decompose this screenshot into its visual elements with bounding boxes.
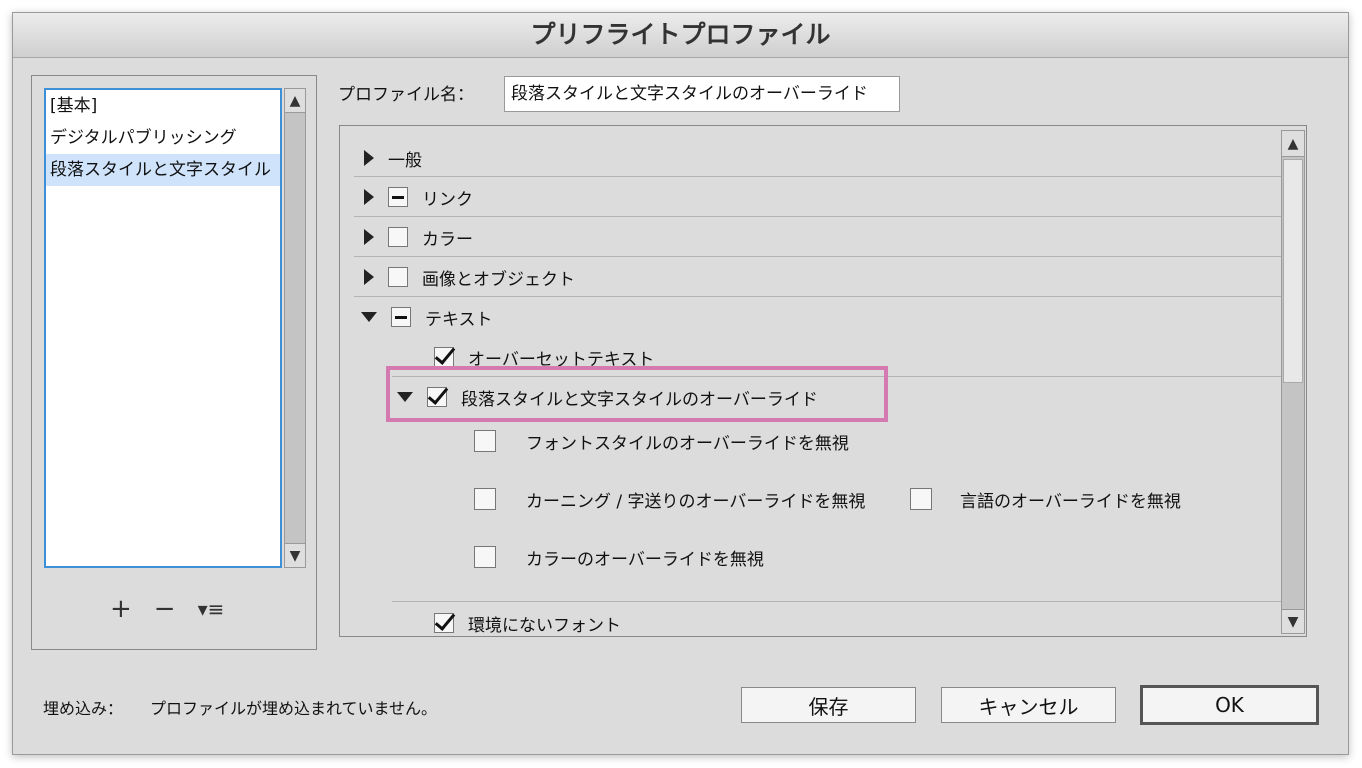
profile-item-digital-publishing[interactable]: デジタルパブリッシング <box>46 122 280 154</box>
profile-list-scrollbar[interactable]: ▲ ▼ <box>284 88 306 568</box>
option-ignore-color[interactable]: カラーのオーバーライドを無視 <box>474 538 764 576</box>
tree-row-links[interactable]: リンク <box>364 178 473 216</box>
expand-triangle-icon[interactable] <box>364 150 374 166</box>
tree-label-general: 一般 <box>388 150 422 171</box>
ok-button[interactable]: OK <box>1140 685 1319 725</box>
images-checkbox[interactable] <box>388 267 408 287</box>
color-checkbox[interactable] <box>388 227 408 247</box>
tree-label-text: テキスト <box>425 309 493 330</box>
profile-item-basic[interactable]: [基本] <box>46 90 280 122</box>
option-ignore-language[interactable]: 言語のオーバーライドを無視 <box>910 480 1181 518</box>
text-checkbox[interactable] <box>391 307 411 327</box>
links-checkbox[interactable] <box>388 187 408 207</box>
collapse-triangle-icon[interactable] <box>361 312 377 322</box>
embed-status: プロファイルが埋め込まれていません。 <box>150 699 438 718</box>
highlight-annotation <box>386 366 888 422</box>
scroll-down-arrow-icon[interactable]: ▼ <box>1282 609 1304 633</box>
tree-row-missing-fonts[interactable]: 環境にないフォント <box>434 604 621 642</box>
profile-name-label: プロファイル名： <box>338 85 474 105</box>
profile-list[interactable]: [基本] デジタルパブリッシング 段落スタイルと文字スタイル <box>44 88 282 568</box>
ignore-language-checkbox[interactable] <box>910 488 932 510</box>
expand-triangle-icon[interactable] <box>364 189 374 205</box>
label-ignore-font-style: フォントスタイルのオーバーライドを無視 <box>526 433 849 454</box>
rules-tree-scrollbar[interactable]: ▲ ▼ <box>1281 130 1305 634</box>
profile-item-style-override[interactable]: 段落スタイルと文字スタイル <box>46 154 280 186</box>
profile-menu-button[interactable]: ▾≡ <box>198 597 225 621</box>
expand-triangle-icon[interactable] <box>364 229 374 245</box>
overset-checkbox[interactable] <box>434 347 454 367</box>
tree-row-color[interactable]: カラー <box>364 218 473 256</box>
save-button[interactable]: 保存 <box>741 687 916 723</box>
ignore-font-style-checkbox[interactable] <box>474 430 496 452</box>
label-ignore-language: 言語のオーバーライドを無視 <box>960 491 1181 512</box>
tree-label-links: リンク <box>422 189 473 210</box>
missing-fonts-checkbox[interactable] <box>434 613 454 633</box>
tree-row-images[interactable]: 画像とオブジェクト <box>364 258 575 296</box>
profile-name-input[interactable]: 段落スタイルと文字スタイルのオーバーライド <box>504 76 900 112</box>
tree-label-images: 画像とオブジェクト <box>422 269 575 290</box>
profile-tools: + − ▾≡ <box>110 594 250 624</box>
tree-label-missing-fonts: 環境にないフォント <box>468 615 621 636</box>
ignore-kerning-checkbox[interactable] <box>474 488 496 510</box>
option-ignore-kerning[interactable]: カーニング / 字送りのオーバーライドを無視 <box>474 480 865 518</box>
option-ignore-font-style[interactable]: フォントスタイルのオーバーライドを無視 <box>474 422 894 460</box>
scroll-up-arrow-icon[interactable]: ▲ <box>285 89 305 113</box>
embed-label: 埋め込み： <box>43 699 124 718</box>
tree-row-text[interactable]: テキスト <box>361 298 493 336</box>
add-profile-button[interactable]: + <box>110 594 132 624</box>
label-ignore-kerning: カーニング / 字送りのオーバーライドを無視 <box>526 491 866 512</box>
remove-profile-button[interactable]: − <box>154 594 176 624</box>
expand-triangle-icon[interactable] <box>364 269 374 285</box>
scroll-up-arrow-icon[interactable]: ▲ <box>1282 131 1304 157</box>
ignore-color-checkbox[interactable] <box>474 546 496 568</box>
tree-row-general[interactable]: 一般 <box>364 139 422 177</box>
scroll-down-arrow-icon[interactable]: ▼ <box>285 543 305 567</box>
window-title: プリフライトプロファイル <box>13 13 1348 58</box>
cancel-button[interactable]: キャンセル <box>941 687 1116 723</box>
tree-label-color: カラー <box>422 229 473 250</box>
scrollbar-thumb[interactable] <box>1283 159 1303 383</box>
label-ignore-color: カラーのオーバーライドを無視 <box>526 549 764 570</box>
